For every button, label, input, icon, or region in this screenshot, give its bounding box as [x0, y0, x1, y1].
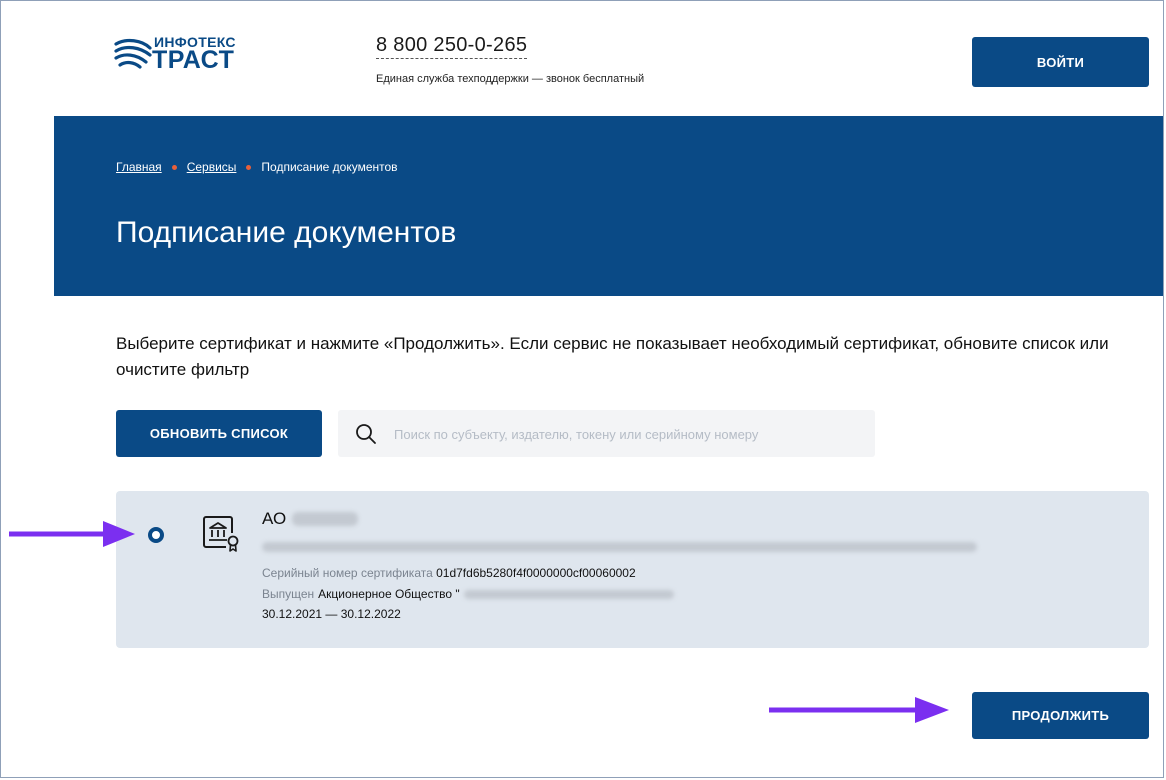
certificate-validity: 30.12.2021 — 30.12.2022 — [262, 607, 401, 621]
breadcrumb-separator-dot — [246, 164, 252, 170]
page-banner: Главная Сервисы Подписание документов По… — [54, 116, 1163, 296]
search-input[interactable] — [392, 410, 866, 459]
support-phone-note: Единая служба техподдержки — звонок бесп… — [376, 73, 645, 85]
breadcrumb-separator-dot — [171, 164, 177, 170]
login-button[interactable]: ВОЙТИ — [972, 37, 1149, 87]
page-title: Подписание документов — [116, 216, 457, 249]
redacted-org-name — [292, 512, 359, 526]
certificate-title: АО — [262, 509, 359, 529]
certificate-radio[interactable] — [148, 527, 164, 543]
certificate-title-text: АО — [262, 509, 287, 528]
issuer-label: Выпущен — [262, 587, 315, 601]
logo-main-text: ТРАСТ — [152, 46, 235, 74]
redacted-issuer-name — [463, 589, 674, 599]
search-icon — [356, 424, 376, 444]
breadcrumb-services-link[interactable]: Сервисы — [187, 160, 237, 174]
continue-button[interactable]: ПРОДОЛЖИТЬ — [972, 692, 1149, 739]
annotation-arrow-continue — [769, 697, 949, 723]
certificate-card[interactable]: АО Серийный номер сертификата 01d7fd6b52… — [116, 491, 1149, 648]
serial-label: Серийный номер сертификата — [262, 566, 433, 580]
breadcrumb-current: Подписание документов — [261, 160, 398, 174]
breadcrumb-home-link[interactable]: Главная — [116, 160, 162, 174]
issuer-value: Акционерное Общество " — [318, 587, 460, 601]
refresh-list-button[interactable]: ОБНОВИТЬ СПИСОК — [116, 410, 322, 457]
redacted-subject-line — [262, 542, 977, 552]
page-frame: ИНФОТЕКС ТРАСТ 8 800 250-0-265 Единая сл… — [0, 0, 1164, 778]
certificate-issuer: Выпущен Акционерное Общество " — [262, 587, 674, 601]
annotation-arrow-radio — [9, 521, 135, 547]
breadcrumb: Главная Сервисы Подписание документов — [116, 160, 398, 174]
search-box — [338, 410, 875, 459]
logo-swoosh-icon — [114, 38, 152, 69]
instructions-text: Выберите сертификат и нажмите «Продолжит… — [116, 334, 1109, 379]
logo[interactable]: ИНФОТЕКС ТРАСТ — [114, 34, 254, 78]
serial-value: 01d7fd6b5280f4f0000000cf00060002 — [436, 566, 636, 580]
certificate-bank-icon — [203, 516, 239, 552]
certificate-serial: Серийный номер сертификата 01d7fd6b5280f… — [262, 566, 636, 580]
support-phone[interactable]: 8 800 250-0-265 — [376, 34, 528, 59]
